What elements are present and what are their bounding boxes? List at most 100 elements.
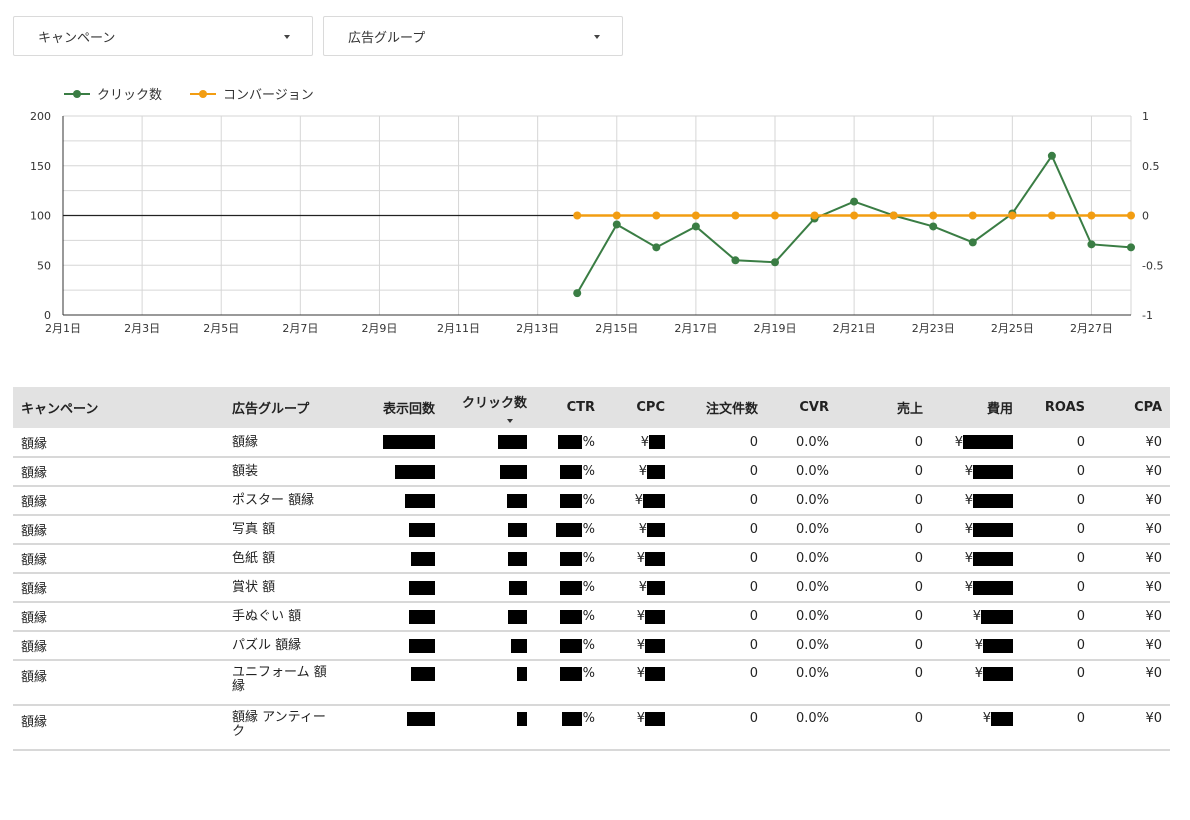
percent-symbol: % bbox=[582, 464, 595, 479]
data-point-clicks bbox=[652, 243, 661, 252]
legend-label: クリック数 bbox=[97, 88, 162, 103]
campaign-filter-dropdown[interactable]: キャンペーン bbox=[13, 16, 313, 56]
cell-roas-value: 0 bbox=[1076, 666, 1085, 681]
cell-cpc: ¥ bbox=[603, 544, 673, 574]
data-point-conversions bbox=[889, 211, 898, 220]
table-row[interactable]: 額縁 額縁% ¥0 0.0% 0 ¥0 ¥0 bbox=[13, 428, 1170, 458]
redacted-value bbox=[511, 638, 527, 653]
table-row[interactable]: 額縁 色紙 額% ¥0 0.0% 0 ¥0 ¥0 bbox=[13, 544, 1170, 574]
yen-symbol: ¥ bbox=[638, 580, 647, 595]
col-header-clicks-label: クリック数 bbox=[461, 396, 527, 411]
cell-campaign: 額縁 bbox=[13, 457, 224, 487]
cell-cvr-value: 0.0% bbox=[795, 580, 829, 595]
col-header-orders[interactable]: 注文件数 bbox=[673, 387, 766, 428]
col-header-impressions[interactable]: 表示回数 bbox=[354, 387, 443, 428]
x-tick-label: 2月25日 bbox=[991, 322, 1034, 335]
table-row[interactable]: 額縁 ポスター 額縁% ¥0 0.0% 0 ¥0 ¥0 bbox=[13, 486, 1170, 516]
cell-cvr: 0.0% bbox=[766, 631, 837, 661]
cell-orders: 0 bbox=[673, 660, 766, 706]
cell-campaign-value: 額縁 bbox=[21, 670, 48, 685]
cell-cost: ¥ bbox=[931, 457, 1021, 487]
table-row[interactable]: 額縁 額装% ¥0 0.0% 0 ¥0 ¥0 bbox=[13, 457, 1170, 487]
col-header-cpa[interactable]: CPA bbox=[1093, 387, 1170, 428]
redacted-value bbox=[411, 551, 435, 566]
cell-roas: 0 bbox=[1021, 428, 1093, 458]
col-header-cvr[interactable]: CVR bbox=[766, 387, 837, 428]
table-row[interactable]: 額縁 パズル 額縁% ¥0 0.0% 0 ¥0 ¥0 bbox=[13, 631, 1170, 661]
table-row[interactable]: 額縁 ユニフォーム 額縁% ¥0 0.0% 0 ¥0 ¥0 bbox=[13, 660, 1170, 706]
cell-orders-value: 0 bbox=[749, 638, 758, 653]
cell-impressions bbox=[354, 428, 443, 458]
yen-symbol: ¥ bbox=[982, 711, 991, 726]
cell-roas-value: 0 bbox=[1076, 493, 1085, 508]
x-tick-label: 2月3日 bbox=[124, 322, 160, 335]
percent-symbol: % bbox=[582, 522, 595, 537]
redacted-value bbox=[973, 580, 1013, 595]
cell-sales: 0 bbox=[837, 515, 931, 545]
col-header-campaign[interactable]: キャンペーン bbox=[13, 387, 224, 428]
cell-cvr-value: 0.0% bbox=[795, 551, 829, 566]
table-row[interactable]: 額縁 賞状 額% ¥0 0.0% 0 ¥0 ¥0 bbox=[13, 573, 1170, 603]
table-row[interactable]: 額縁 手ぬぐい 額% ¥0 0.0% 0 ¥0 ¥0 bbox=[13, 602, 1170, 632]
yen-symbol: ¥ bbox=[636, 609, 645, 624]
cell-orders-value: 0 bbox=[749, 493, 758, 508]
col-header-adgroup[interactable]: 広告グループ bbox=[224, 387, 354, 428]
redacted-value bbox=[383, 435, 435, 449]
col-header-sales[interactable]: 売上 bbox=[837, 387, 931, 428]
data-point-conversions bbox=[731, 211, 740, 220]
col-header-clicks[interactable]: クリック数 bbox=[443, 387, 535, 428]
percent-symbol: % bbox=[582, 580, 595, 595]
col-header-cpc[interactable]: CPC bbox=[603, 387, 673, 428]
cell-campaign: 額縁 bbox=[13, 544, 224, 574]
y-left-tick-label: 50 bbox=[37, 259, 51, 272]
redacted-value bbox=[963, 435, 1013, 449]
redacted-value bbox=[409, 638, 435, 653]
cell-orders-value: 0 bbox=[749, 580, 758, 595]
cell-impressions bbox=[354, 631, 443, 661]
cell-roas-value: 0 bbox=[1076, 551, 1085, 566]
cell-cpa: ¥0 bbox=[1093, 660, 1170, 706]
cell-cost: ¥ bbox=[931, 515, 1021, 545]
cell-adgroup-value: 写真 額 bbox=[232, 522, 276, 537]
cell-roas-value: 0 bbox=[1076, 711, 1085, 726]
cell-roas-value: 0 bbox=[1076, 609, 1085, 624]
cell-clicks bbox=[443, 660, 535, 706]
redacted-value bbox=[409, 580, 435, 595]
cell-cpa-value: ¥0 bbox=[1145, 638, 1162, 653]
table-row[interactable]: 額縁 写真 額% ¥0 0.0% 0 ¥0 ¥0 bbox=[13, 515, 1170, 545]
cell-ctr: % bbox=[535, 457, 603, 487]
cell-cpa: ¥0 bbox=[1093, 515, 1170, 545]
data-point-conversions bbox=[1127, 211, 1135, 220]
x-tick-label: 2月17日 bbox=[674, 322, 717, 335]
cell-cvr: 0.0% bbox=[766, 705, 837, 751]
cell-cpa: ¥0 bbox=[1093, 486, 1170, 516]
report-table: キャンペーン 広告グループ 表示回数 クリック数 CTR CPC 注文件数 CV… bbox=[13, 387, 1170, 751]
redacted-value bbox=[991, 711, 1013, 726]
redacted-value bbox=[517, 666, 527, 681]
redacted-value bbox=[645, 666, 665, 681]
y-right-tick-label: -0.5 bbox=[1142, 259, 1163, 272]
cell-ctr: % bbox=[535, 705, 603, 751]
redacted-value bbox=[559, 666, 582, 681]
table-row[interactable]: 額縁 額縁 アンティーク% ¥0 0.0% 0 ¥0 ¥0 bbox=[13, 705, 1170, 751]
cell-sales-value: 0 bbox=[914, 493, 923, 508]
col-header-ctr[interactable]: CTR bbox=[535, 387, 603, 428]
y-right-tick-label: -1 bbox=[1142, 309, 1153, 322]
cell-clicks bbox=[443, 573, 535, 603]
cell-sales: 0 bbox=[837, 457, 931, 487]
col-header-roas[interactable]: ROAS bbox=[1021, 387, 1093, 428]
cell-sales-value: 0 bbox=[914, 551, 923, 566]
y-left-tick-label: 150 bbox=[30, 160, 51, 173]
cell-sales: 0 bbox=[837, 544, 931, 574]
legend-swatch-dot bbox=[199, 90, 207, 98]
table-header-row: キャンペーン 広告グループ 表示回数 クリック数 CTR CPC 注文件数 CV… bbox=[13, 387, 1170, 428]
cell-adgroup: ポスター 額縁 bbox=[224, 486, 354, 516]
x-tick-label: 2月15日 bbox=[595, 322, 638, 335]
adgroup-filter-dropdown[interactable]: 広告グループ bbox=[323, 16, 623, 56]
data-point-conversions bbox=[1087, 211, 1096, 220]
col-header-cost[interactable]: 費用 bbox=[931, 387, 1021, 428]
redacted-value bbox=[508, 522, 527, 537]
redacted-value bbox=[973, 464, 1013, 479]
line-chart: 0 50 100 150 200 -1 -0.5 0 0.5 1 2月1日 2月3日 2月5日 2月7日 2… bbox=[30, 88, 1163, 335]
cell-orders-value: 0 bbox=[749, 551, 758, 566]
